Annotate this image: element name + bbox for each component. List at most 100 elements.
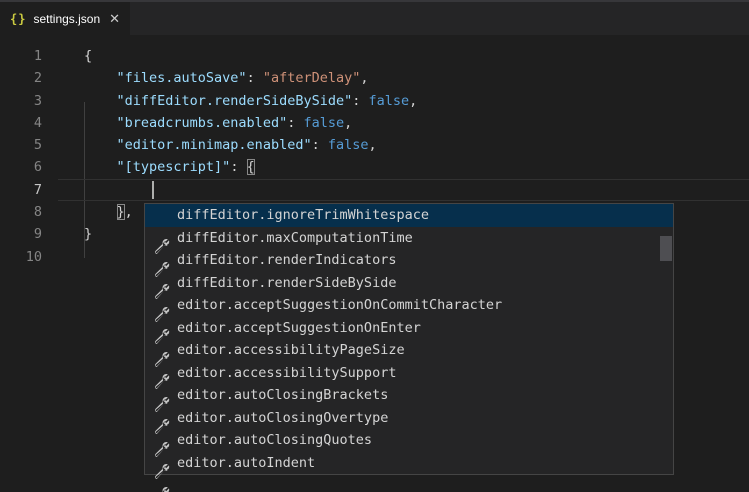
line-code: }, [42,201,133,223]
code-token: : [312,137,328,153]
code-token: , [125,204,133,220]
line-code [42,179,84,201]
suggest-item[interactable]: editor.autoClosingBrackets [145,384,673,407]
code-token: } [84,226,92,242]
suggest-scrollbar-thumb[interactable] [660,236,672,261]
code-token: { [247,159,255,175]
wrench-icon [154,432,170,448]
code-token: , [360,70,368,86]
current-line-highlight [58,179,749,201]
line-number: 6 [0,156,42,178]
code-token: , [409,93,417,109]
code-token: , [369,137,377,153]
code-token: "editor.minimap.enabled" [117,137,312,153]
suggest-item[interactable]: editor.acceptSuggestionOnEnter [145,317,673,340]
suggest-item-label: editor.autoClosingBrackets [177,387,388,403]
code-token: : [230,159,246,175]
line-number: 2 [0,67,42,89]
code-token [84,70,117,86]
line-code: "editor.minimap.enabled": false, [42,134,377,156]
line-number: 3 [0,90,42,112]
line-code: "files.autoSave": "afterDelay", [42,67,369,89]
wrench-icon [154,297,170,313]
wrench-icon [154,252,170,268]
wrench-icon [154,410,170,426]
code-line[interactable]: 5 "editor.minimap.enabled": false, [0,134,749,156]
suggest-item[interactable]: editor.autoClosingQuotes [145,429,673,452]
wrench-icon [154,275,170,291]
code-line[interactable]: 6 "[typescript]": { [0,156,749,178]
code-line[interactable]: 7 [0,179,749,201]
suggest-item-label: editor.acceptSuggestionOnCommitCharacter [177,297,502,313]
vscode-window: {} settings.json ✕ 1 { 2 "files.autoSave… [0,0,749,492]
line-number: 9 [0,223,42,245]
suggest-item[interactable]: editor.autoIndent [145,452,673,475]
code-line[interactable]: 2 "files.autoSave": "afterDelay", [0,67,749,89]
code-line[interactable]: 3 "diffEditor.renderSideBySide": false, [0,90,749,112]
code-token: : [352,93,368,109]
code-token: } [117,204,125,220]
code-token: , [344,115,352,131]
line-number: 10 [0,246,42,268]
suggest-item-label: editor.autoClosingOvertype [177,410,388,426]
suggest-item[interactable]: editor.accessibilitySupport [145,362,673,385]
suggest-item[interactable]: diffEditor.ignoreTrimWhitespace [145,204,673,227]
suggest-item-label: diffEditor.renderIndicators [177,252,396,268]
suggest-item-label: diffEditor.renderSideBySide [177,275,396,291]
suggest-item[interactable]: editor.acceptSuggestionOnCommitCharacter [145,294,673,317]
suggest-item-label: editor.accessibilitySupport [177,365,396,381]
line-number: 1 [0,45,42,67]
wrench-icon [154,455,170,471]
code-token: false [303,115,344,131]
tab-bar: {} settings.json ✕ [0,0,749,35]
suggest-item[interactable]: diffEditor.renderIndicators [145,249,673,272]
wrench-icon [154,342,170,358]
wrench-icon [154,387,170,403]
tab-close-icon[interactable]: ✕ [109,11,120,27]
suggest-widget: diffEditor.ignoreTrimWhitespace diffEdit… [144,203,674,475]
code-token [84,115,117,131]
line-code: "diffEditor.renderSideBySide": false, [42,90,417,112]
suggest-item-label: diffEditor.ignoreTrimWhitespace [177,207,429,223]
line-code: { [42,45,92,67]
code-token [84,159,117,175]
code-token [84,137,117,153]
code-line[interactable]: 4 "breadcrumbs.enabled": false, [0,112,749,134]
code-token: false [368,93,409,109]
suggest-item[interactable]: editor.accessibilityPageSize [145,339,673,362]
code-token: { [84,48,92,64]
tab-label: settings.json [33,12,100,26]
suggest-list: diffEditor.ignoreTrimWhitespace diffEdit… [145,204,673,474]
code-token: "[typescript]" [117,159,231,175]
wrench-icon [154,230,170,246]
wrench-icon [154,207,170,223]
line-code [42,246,84,268]
line-code: "[typescript]": { [42,156,255,178]
code-token [84,93,117,109]
line-code: } [42,223,92,245]
suggest-item[interactable]: editor.autoClosingOvertype [145,407,673,430]
suggest-item-label: editor.autoClosingQuotes [177,432,372,448]
code-token: : [287,115,303,131]
code-token: false [328,137,369,153]
line-number: 8 [0,201,42,223]
code-token: "afterDelay" [263,70,361,86]
code-token [84,204,117,220]
tab-settings-json[interactable]: {} settings.json ✕ [0,2,130,35]
code-token: : [247,70,263,86]
suggest-item-label: editor.acceptSuggestionOnEnter [177,320,421,336]
line-number: 7 [0,179,42,201]
code-token: "diffEditor.renderSideBySide" [117,93,353,109]
suggest-item-label: editor.accessibilityPageSize [177,342,405,358]
suggest-item[interactable]: diffEditor.renderSideBySide [145,272,673,295]
suggest-item[interactable]: diffEditor.maxComputationTime [145,227,673,250]
code-line[interactable]: 1 { [0,45,749,67]
line-number: 4 [0,112,42,134]
line-code: "breadcrumbs.enabled": false, [42,112,352,134]
code-token: "files.autoSave" [117,70,247,86]
text-cursor [152,181,154,199]
suggest-item-label: editor.autoIndent [177,455,315,471]
wrench-icon [154,320,170,336]
json-file-icon: {} [10,12,26,26]
code-token: "breadcrumbs.enabled" [117,115,288,131]
